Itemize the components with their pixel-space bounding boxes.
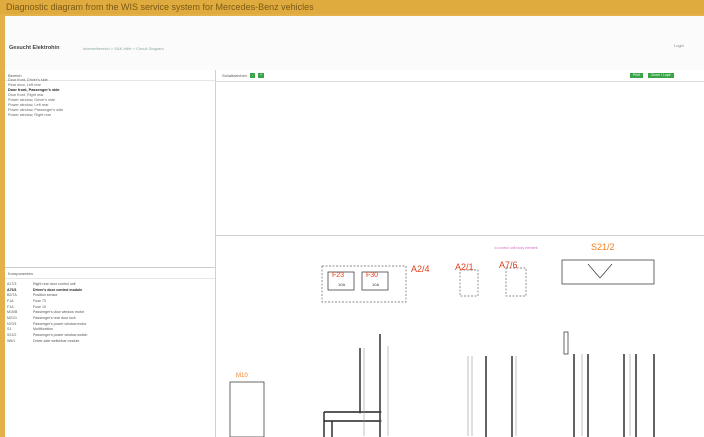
sidebar-area-item[interactable]: Power window, Right rear xyxy=(5,113,210,118)
circuit-diagram: A2/4 A2/1 A7/6 S21/2 M10 F23 F30 10A 10A… xyxy=(216,236,704,437)
app-header: Gesucht Elektrohin Internetbereich > SAK… xyxy=(5,16,704,71)
breadcrumb[interactable]: Internetbereich > SAK-Hilfe > Circuit Di… xyxy=(83,46,164,51)
fullscreen-button[interactable]: Zoom / Lupe xyxy=(648,73,674,78)
main-panel: Schaltzeichen - + Print Zoom / Lupe A2/4… xyxy=(216,70,704,437)
app-title: Gesucht Elektrohin xyxy=(9,45,60,51)
app-window: Gesucht Elektrohin Internetbereich > SAK… xyxy=(5,16,704,437)
component-row[interactable]: W6/1 Driver-side switchbar module xyxy=(5,338,89,344)
component-name: Passenger's power window motor xyxy=(33,321,87,326)
print-button[interactable]: Print xyxy=(630,73,644,78)
caption-band: Diagnostic diagram from the WIS service … xyxy=(0,0,704,14)
components-header: Komponenten xyxy=(5,268,215,279)
fuse-1-label: F23 xyxy=(332,272,345,279)
components-panel: Komponenten A17/3 Right rear door control… xyxy=(5,267,215,437)
component-name: Driver's door control module xyxy=(33,287,83,292)
zoom-in-button[interactable]: + xyxy=(258,73,265,78)
diagram-toolbar: Schaltzeichen - + Print Zoom / Lupe xyxy=(216,70,704,82)
login-link[interactable]: Login xyxy=(674,43,684,48)
components-table: A17/3 Right rear door control unit A76/1 Dr… xyxy=(5,281,89,344)
component-code: W6/1 xyxy=(7,338,16,343)
area-list: Door front, Driver's side Rear door, Left… xyxy=(5,78,210,118)
component-name: Passenger's power window switch xyxy=(33,333,88,338)
fuse-2-amp: 10A xyxy=(372,282,380,287)
sidebar: Bereich Door front, Driver's side Rear do… xyxy=(5,70,216,437)
motor-label: M10 xyxy=(236,373,248,379)
zoom-out-button[interactable]: - xyxy=(250,73,256,78)
pink-note: to control unit body element xyxy=(494,246,538,250)
connector-1-label: A2/1 xyxy=(455,262,474,272)
component-name: Driver-side switchbar module xyxy=(33,338,80,343)
connector-2-label: A7/6 xyxy=(499,260,518,270)
zoom-label: Schaltzeichen xyxy=(222,73,247,78)
caption-text: Diagnostic diagram from the WIS service … xyxy=(6,2,314,12)
component-name: Passenger's door window motor xyxy=(33,310,85,315)
fuse-1-amp: 10A xyxy=(338,282,346,287)
fuse-2-label: F30 xyxy=(366,272,379,279)
module-label: A2/4 xyxy=(411,264,430,274)
switch-label: S21/2 xyxy=(591,242,615,252)
